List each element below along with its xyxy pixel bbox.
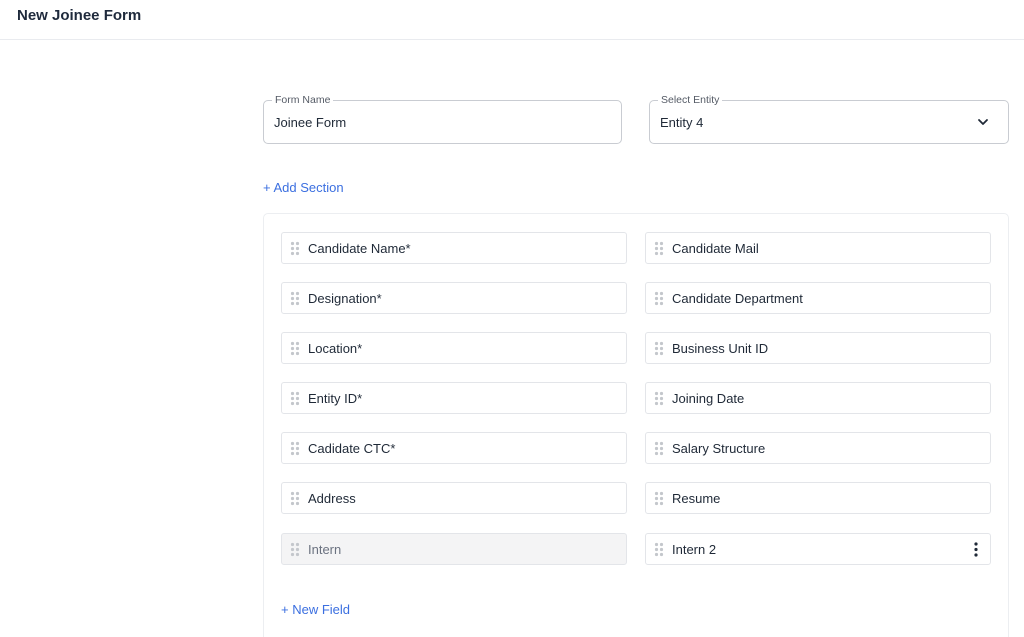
field-item-entity-id[interactable]: Entity ID* <box>281 382 627 414</box>
field-item-candidate-department[interactable]: Candidate Department <box>645 282 991 314</box>
drag-handle-icon[interactable] <box>654 241 664 256</box>
field-item-intern-2[interactable]: Intern 2 <box>645 533 991 565</box>
drag-handle-icon[interactable] <box>654 542 664 557</box>
field-label: Intern 2 <box>672 542 717 557</box>
drag-handle-icon[interactable] <box>290 542 300 557</box>
drag-handle-icon[interactable] <box>654 441 664 456</box>
field-item-salary-structure[interactable]: Salary Structure <box>645 432 991 464</box>
field-item-joining-date[interactable]: Joining Date <box>645 382 991 414</box>
add-section-button[interactable]: + Add Section <box>263 180 344 195</box>
field-item-address[interactable]: Address <box>281 482 627 514</box>
more-vertical-icon[interactable] <box>974 542 978 557</box>
new-field-button[interactable]: + New Field <box>281 602 350 617</box>
field-item-candidate-mail[interactable]: Candidate Mail <box>645 232 991 264</box>
field-item-business-unit-id[interactable]: Business Unit ID <box>645 332 991 364</box>
drag-handle-icon[interactable] <box>290 241 300 256</box>
field-label: Address <box>308 491 356 506</box>
drag-handle-icon[interactable] <box>654 491 664 506</box>
field-label: Salary Structure <box>672 441 766 456</box>
page-header: New Joinee Form <box>0 0 1024 40</box>
field-label: Intern <box>308 542 342 557</box>
section-card: Candidate Name* Designation* Location* E… <box>263 213 1009 637</box>
field-label: Business Unit ID <box>672 341 769 356</box>
entity-select-value: Entity 4 <box>660 115 704 130</box>
field-label: Candidate Department <box>672 291 803 306</box>
field-label: Candidate Name* <box>308 241 411 256</box>
field-label: Candidate Mail <box>672 241 759 256</box>
drag-handle-icon[interactable] <box>290 341 300 356</box>
form-name-value[interactable]: Joinee Form <box>274 115 346 130</box>
page-title: New Joinee Form <box>17 7 142 24</box>
chevron-down-icon[interactable] <box>976 115 990 129</box>
field-label: Joining Date <box>672 391 745 406</box>
entity-select-label: Select Entity <box>658 94 723 106</box>
field-item-candidate-ctc[interactable]: Cadidate CTC* <box>281 432 627 464</box>
field-item-designation[interactable]: Designation* <box>281 282 627 314</box>
drag-handle-icon[interactable] <box>654 341 664 356</box>
drag-handle-icon[interactable] <box>290 441 300 456</box>
form-name-input[interactable]: Form Name Joinee Form <box>263 94 622 144</box>
field-item-intern[interactable]: Intern <box>281 533 627 565</box>
drag-handle-icon[interactable] <box>290 391 300 406</box>
field-label: Entity ID* <box>308 391 363 406</box>
drag-handle-icon[interactable] <box>290 291 300 306</box>
entity-select[interactable]: Select Entity Entity 4 <box>649 94 1009 144</box>
field-label: Designation* <box>308 291 382 306</box>
form-name-label: Form Name <box>272 94 334 106</box>
field-item-location[interactable]: Location* <box>281 332 627 364</box>
drag-handle-icon[interactable] <box>654 391 664 406</box>
field-item-resume[interactable]: Resume <box>645 482 991 514</box>
field-label: Cadidate CTC* <box>308 441 396 456</box>
drag-handle-icon[interactable] <box>290 491 300 506</box>
field-label: Resume <box>672 491 721 506</box>
field-item-candidate-name[interactable]: Candidate Name* <box>281 232 627 264</box>
drag-handle-icon[interactable] <box>654 291 664 306</box>
field-label: Location* <box>308 341 363 356</box>
